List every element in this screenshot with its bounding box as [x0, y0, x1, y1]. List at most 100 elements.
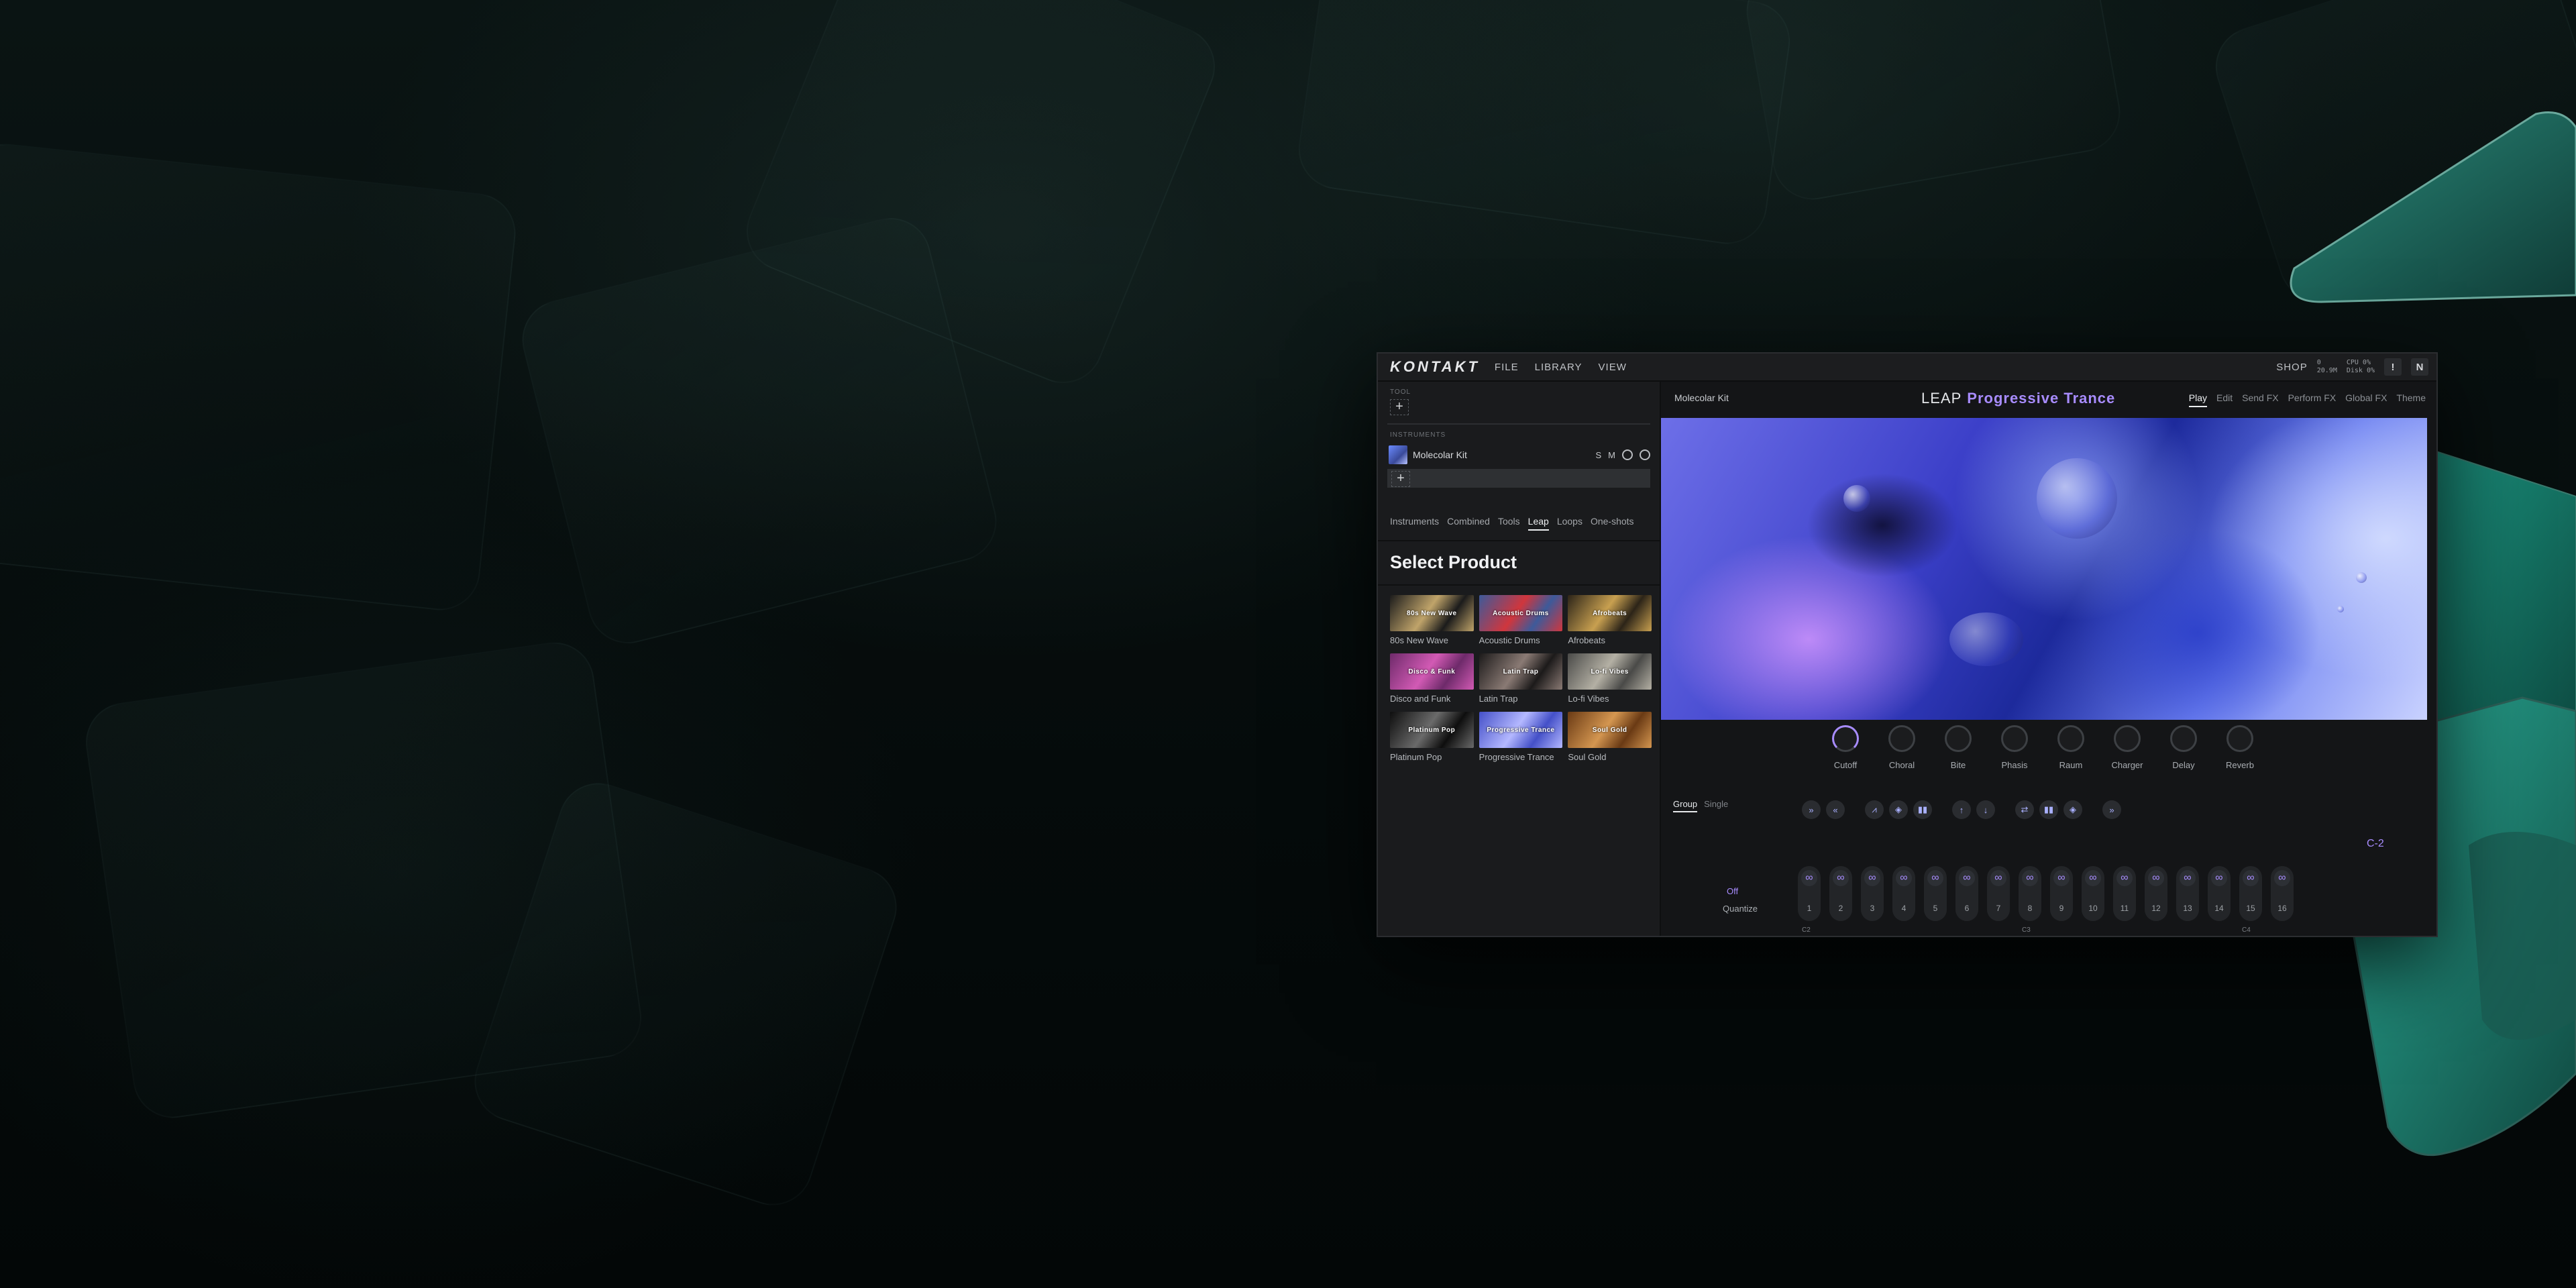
tab-tools[interactable]: Tools — [1498, 516, 1520, 531]
menu-view[interactable]: VIEW — [1599, 362, 1627, 373]
step-slot[interactable]: ∞ 13 — [2176, 866, 2199, 921]
product-card[interactable]: Platinum Pop Platinum Pop — [1390, 712, 1474, 762]
step-slot[interactable]: ∞ 1 — [1798, 866, 1821, 921]
loop-infinity-icon[interactable]: ∞ — [2022, 870, 2038, 886]
loop-infinity-icon[interactable]: ∞ — [1990, 870, 2006, 886]
loop-infinity-icon[interactable]: ∞ — [2180, 870, 2196, 886]
purge-icon[interactable] — [1622, 449, 1633, 460]
product-thumbnail: Progressive Trance — [1479, 712, 1563, 748]
tab-edit[interactable]: Edit — [2216, 392, 2233, 407]
loop-infinity-icon[interactable]: ∞ — [2274, 870, 2290, 886]
loop-infinity-icon[interactable]: ∞ — [2053, 870, 2070, 886]
step-slot[interactable]: ∞ 2 — [1829, 866, 1852, 921]
bars-icon[interactable]: ▮▮ — [2039, 800, 2058, 819]
loop-infinity-icon[interactable]: ∞ — [1959, 870, 1975, 886]
tab-one-shots[interactable]: One-shots — [1591, 516, 1634, 531]
product-card[interactable]: Latin Trap Latin Trap — [1479, 653, 1563, 704]
loop-infinity-icon[interactable]: ∞ — [1864, 870, 1880, 886]
loop-infinity-icon[interactable]: ∞ — [1801, 870, 1817, 886]
solo-button[interactable]: S — [1595, 450, 1601, 460]
step-slot[interactable]: ∞ 11 — [2113, 866, 2136, 921]
tab-send-fx[interactable]: Send FX — [2242, 392, 2278, 407]
pitch-icon[interactable]: ⩘ — [1865, 800, 1884, 819]
knob-dial[interactable] — [2170, 725, 2197, 752]
menu-library[interactable]: LIBRARY — [1535, 362, 1582, 373]
power-icon[interactable] — [1640, 449, 1650, 460]
knob-bite[interactable]: Bite — [1941, 725, 1975, 770]
diamond-icon[interactable]: ◈ — [1889, 800, 1908, 819]
tab-instruments[interactable]: Instruments — [1390, 516, 1439, 531]
step-slot[interactable]: ∞ 5 — [1924, 866, 1947, 921]
product-thumbnail: Disco & Funk — [1390, 653, 1474, 690]
knob-choral[interactable]: Choral — [1885, 725, 1919, 770]
product-card[interactable]: Lo-fi Vibes Lo-fi Vibes — [1568, 653, 1652, 704]
product-card[interactable]: Progressive Trance Progressive Trance — [1479, 712, 1563, 762]
skip-icon[interactable]: » — [2102, 800, 2121, 819]
step-slot[interactable]: ∞ 12 — [2145, 866, 2167, 921]
product-card[interactable]: Afrobeats Afrobeats — [1568, 595, 1652, 645]
step-slot[interactable]: ∞ 15 — [2239, 866, 2262, 921]
tab-combined[interactable]: Combined — [1447, 516, 1490, 531]
loop-infinity-icon[interactable]: ∞ — [2148, 870, 2164, 886]
knob-raum[interactable]: Raum — [2054, 725, 2088, 770]
alert-icon[interactable]: ! — [2384, 358, 2402, 376]
midi-count: 0 — [2316, 359, 2321, 366]
knob-cutoff[interactable]: Cutoff — [1829, 725, 1862, 770]
loop-infinity-icon[interactable]: ∞ — [1896, 870, 1912, 886]
knob-dial[interactable] — [2057, 725, 2084, 752]
instrument-row[interactable]: Molecolar Kit S M — [1387, 445, 1650, 465]
loop-infinity-icon[interactable]: ∞ — [1833, 870, 1849, 886]
arrow-down-icon[interactable]: ↓ — [1976, 800, 1995, 819]
diamond-icon[interactable]: ◈ — [2063, 800, 2082, 819]
knob-dial[interactable] — [2226, 725, 2253, 752]
menu-file[interactable]: FILE — [1495, 362, 1519, 373]
ni-logo-icon[interactable]: N — [2411, 358, 2428, 376]
product-card[interactable]: Soul Gold Soul Gold — [1568, 712, 1652, 762]
tab-leap[interactable]: Leap — [1527, 516, 1549, 531]
loop-infinity-icon[interactable]: ∞ — [2211, 870, 2227, 886]
tab-global-fx[interactable]: Global FX — [2345, 392, 2387, 407]
knob-dial[interactable] — [1945, 725, 1972, 752]
knob-delay[interactable]: Delay — [2167, 725, 2200, 770]
step-slot[interactable]: ∞ 3 — [1861, 866, 1884, 921]
step-slot[interactable]: ∞ 8 — [2019, 866, 2041, 921]
quantize-value[interactable]: Off — [1727, 886, 1738, 896]
rewind-icon[interactable]: « — [1826, 800, 1845, 819]
shop-link[interactable]: SHOP — [2276, 362, 2308, 373]
knob-dial[interactable] — [2114, 725, 2141, 752]
loop-infinity-icon[interactable]: ∞ — [2116, 870, 2133, 886]
step-slot[interactable]: ∞ 14 — [2208, 866, 2231, 921]
loop-icon[interactable]: ⇄ — [2015, 800, 2034, 819]
mode-group[interactable]: Group — [1673, 799, 1698, 812]
knob-reverb[interactable]: Reverb — [2223, 725, 2257, 770]
knob-charger[interactable]: Charger — [2110, 725, 2144, 770]
step-slot[interactable]: ∞ 16 — [2271, 866, 2294, 921]
add-instrument-button[interactable]: + — [1391, 471, 1410, 487]
loop-infinity-icon[interactable]: ∞ — [2085, 870, 2101, 886]
tab-perform-fx[interactable]: Perform FX — [2288, 392, 2337, 407]
step-slot[interactable]: ∞ 10 — [2082, 866, 2104, 921]
knob-phasis[interactable]: Phasis — [1998, 725, 2031, 770]
product-card[interactable]: 80s New Wave 80s New Wave — [1390, 595, 1474, 645]
knob-dial[interactable] — [1888, 725, 1915, 752]
add-instrument-row[interactable]: + — [1387, 469, 1650, 488]
bars-icon[interactable]: ▮▮ — [1913, 800, 1932, 819]
tab-loops[interactable]: Loops — [1557, 516, 1582, 531]
tab-play[interactable]: Play — [2188, 392, 2207, 407]
product-card[interactable]: Acoustic Drums Acoustic Drums — [1479, 595, 1563, 645]
tab-theme[interactable]: Theme — [2396, 392, 2426, 407]
step-slot[interactable]: ∞ 7 — [1987, 866, 2010, 921]
loop-infinity-icon[interactable]: ∞ — [2243, 870, 2259, 886]
loop-infinity-icon[interactable]: ∞ — [1927, 870, 1943, 886]
mode-single[interactable]: Single — [1704, 799, 1728, 812]
knob-dial[interactable] — [2001, 725, 2028, 752]
step-slot[interactable]: ∞ 4 — [1892, 866, 1915, 921]
knob-dial[interactable] — [1832, 725, 1859, 752]
product-card[interactable]: Disco & Funk Disco and Funk — [1390, 653, 1474, 704]
step-slot[interactable]: ∞ 9 — [2050, 866, 2073, 921]
fast-forward-icon[interactable]: » — [1802, 800, 1821, 819]
add-tool-button[interactable]: + — [1390, 399, 1409, 415]
arrow-up-icon[interactable]: ↑ — [1952, 800, 1971, 819]
step-slot[interactable]: ∞ 6 — [1955, 866, 1978, 921]
mute-button[interactable]: M — [1608, 450, 1615, 460]
